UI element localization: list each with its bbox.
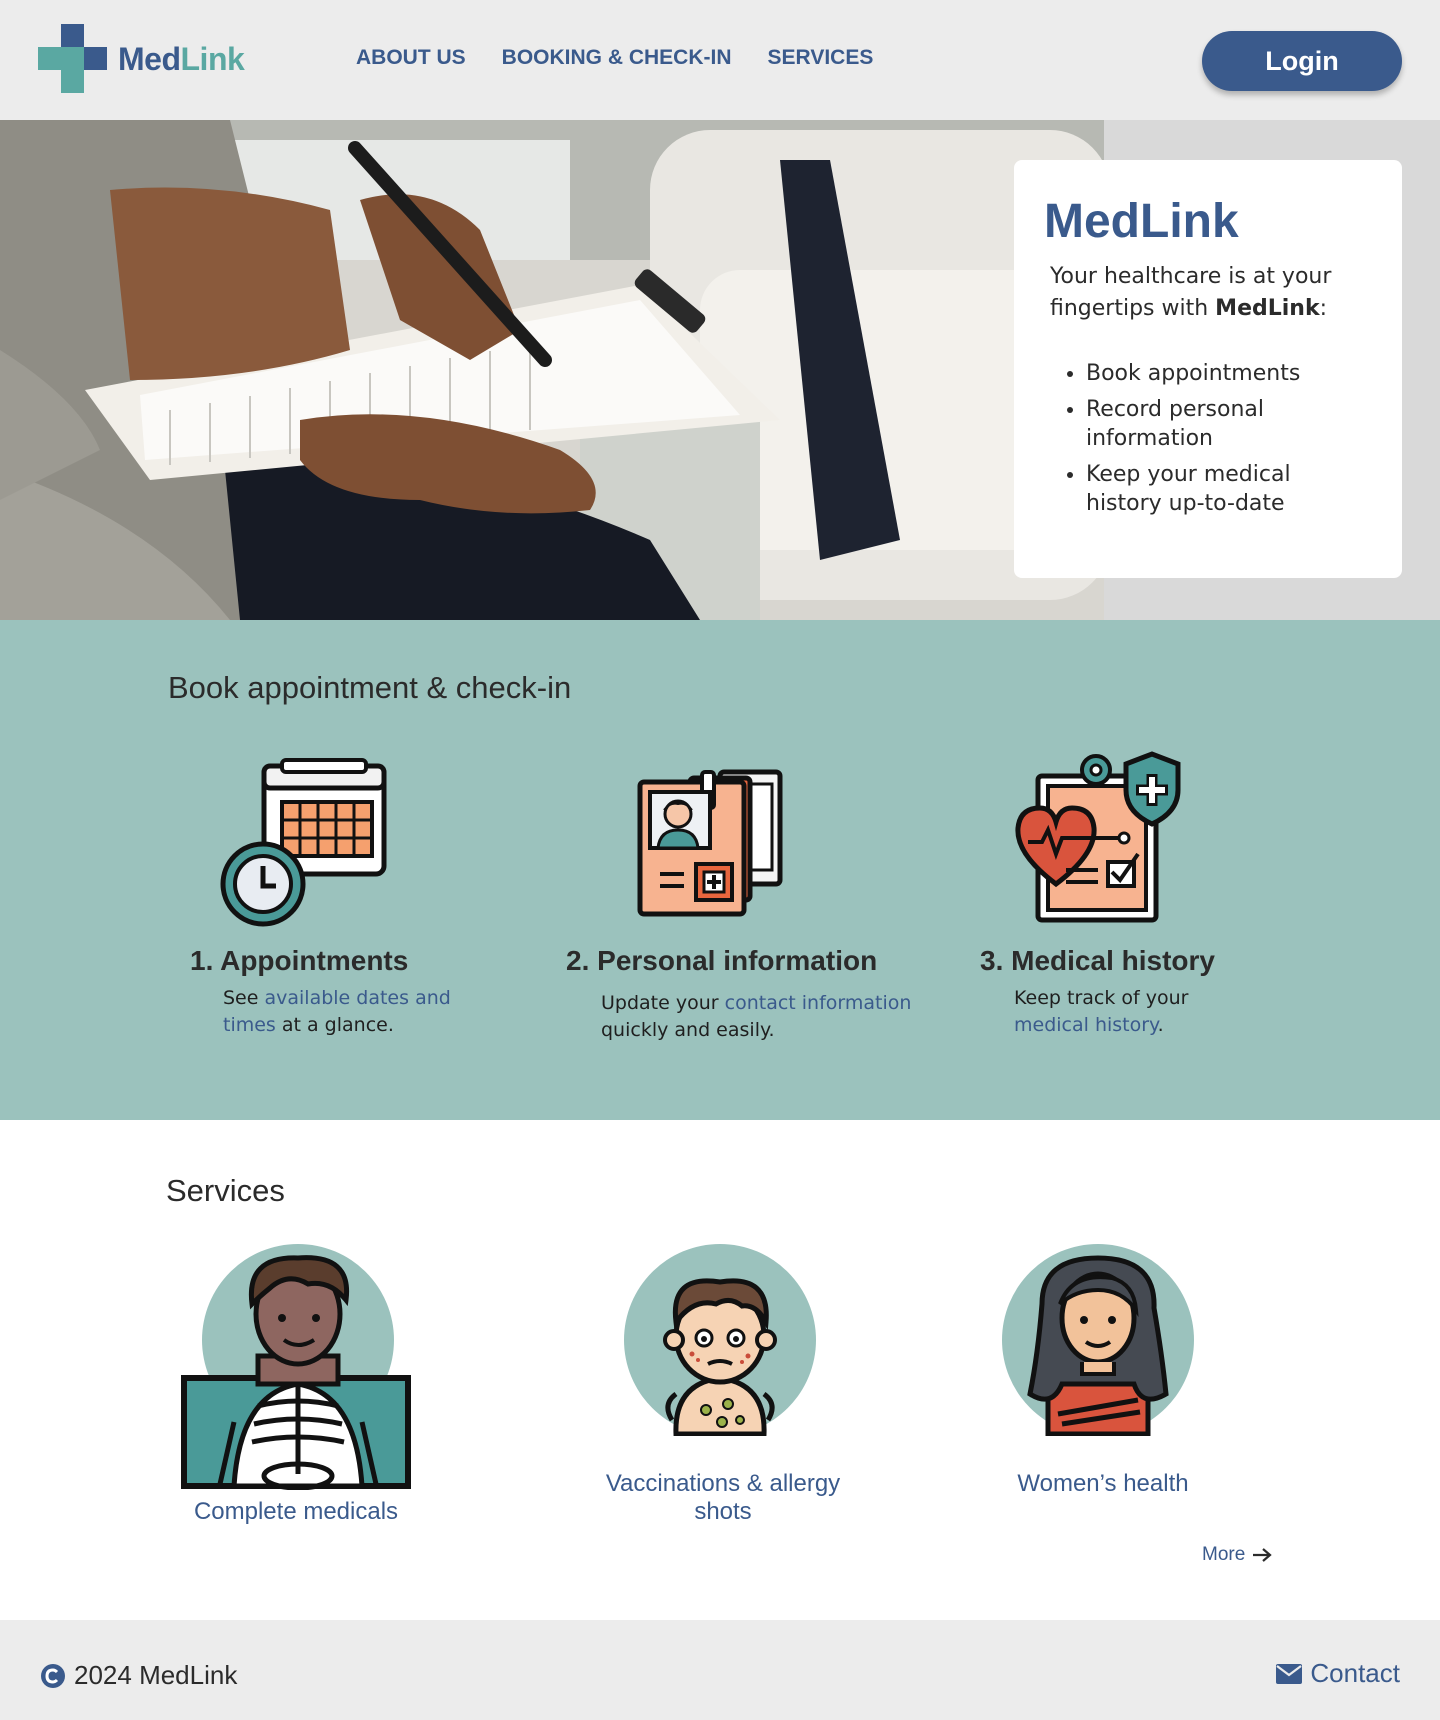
step-medical-history: 3. Medical history Keep track of your me… <box>980 945 1234 1039</box>
list-item: Keep your medical history up-to-date <box>1086 460 1372 518</box>
step-appointments: 1. Appointments See available dates and … <box>190 945 473 1039</box>
step-text: quickly and easily. <box>601 1019 775 1041</box>
copyright: 2024 MedLink <box>40 1660 237 1691</box>
hero-intro-brand: MedLink <box>1215 296 1320 321</box>
nav-booking-check-in[interactable]: BOOKING & CHECK-IN <box>502 46 732 70</box>
copyright-text: 2024 MedLink <box>74 1660 238 1690</box>
contact-information-link[interactable]: contact information <box>725 992 912 1014</box>
more-link[interactable]: More <box>1202 1544 1273 1566</box>
service-womens-health[interactable]: Women’s health <box>1000 1470 1206 1498</box>
login-button[interactable]: Login <box>1202 31 1402 91</box>
step-text: at a glance. <box>275 1014 394 1036</box>
step-personal-information: 2. Personal information Update your cont… <box>566 945 921 1044</box>
list-item: Book appointments <box>1086 359 1372 388</box>
hero-feature-list: Book appointments Record personal inform… <box>1086 359 1372 518</box>
step-description: Update your contact information quickly … <box>601 990 921 1044</box>
step-text: See <box>223 987 265 1009</box>
id-documents-icon[interactable] <box>636 768 788 920</box>
calendar-clock-icon[interactable] <box>218 758 390 930</box>
hero-photo <box>0 120 1104 620</box>
step-description: See available dates and times at a glanc… <box>223 985 473 1039</box>
site-header: MedLink ABOUT US BOOKING & CHECK-IN SERV… <box>0 0 1440 120</box>
step-text: Keep track of your <box>1014 987 1189 1009</box>
logo[interactable]: MedLink <box>38 24 245 94</box>
step-text: . <box>1157 1014 1164 1036</box>
nav-services[interactable]: SERVICES <box>768 46 874 70</box>
service-vaccinations[interactable]: Vaccinations & allergy shots <box>590 1470 856 1526</box>
copyright-icon <box>41 1663 65 1688</box>
step-title: Appointments <box>220 945 409 976</box>
list-item: Record personal information <box>1086 395 1372 453</box>
step-text: Update your <box>601 992 725 1014</box>
main-nav: ABOUT US BOOKING & CHECK-IN SERVICES <box>356 46 909 70</box>
envelope-icon <box>1276 1663 1303 1684</box>
medical-record-icon[interactable] <box>1012 750 1182 925</box>
logo-text: MedLink <box>118 40 245 77</box>
medical-history-link[interactable]: medical history <box>1014 1014 1158 1036</box>
step-title: Personal information <box>597 945 878 976</box>
hero-intro-colon: : <box>1319 296 1328 321</box>
step-description: Keep track of your medical history. <box>1014 985 1234 1039</box>
woman-icon[interactable] <box>1002 1244 1194 1436</box>
service-complete-medicals[interactable]: Complete medicals <box>166 1498 426 1526</box>
site-footer: 2024 MedLink Contact <box>0 1620 1440 1720</box>
booking-section: Book appointment & check-in 1. Appointme… <box>0 620 1440 1120</box>
xray-icon[interactable] <box>180 1244 412 1490</box>
contact-label: Contact <box>1310 1658 1400 1688</box>
services-section: Services Complete medicals Vaccinations … <box>0 1120 1440 1620</box>
nav-about-us[interactable]: ABOUT US <box>356 46 466 70</box>
logo-cross-icon <box>38 24 108 94</box>
hero-section: MedLink Your healthcare is at your finge… <box>0 120 1440 620</box>
child-allergy-icon[interactable] <box>624 1244 816 1436</box>
arrow-right-icon <box>1253 1548 1272 1562</box>
hero-title: MedLink <box>1044 195 1239 248</box>
hero-card: MedLink Your healthcare is at your finge… <box>1014 160 1402 578</box>
step-number: 2. <box>566 945 590 976</box>
step-number: 1. <box>190 945 214 976</box>
step-number: 3. <box>980 945 1004 976</box>
hero-intro: Your healthcare is at your fingertips wi… <box>1050 261 1372 325</box>
step-title: Medical history <box>1011 945 1215 976</box>
contact-link[interactable]: Contact <box>1276 1658 1400 1689</box>
booking-section-title: Book appointment & check-in <box>168 670 572 705</box>
services-section-title: Services <box>166 1173 285 1208</box>
more-label: More <box>1202 1544 1246 1565</box>
